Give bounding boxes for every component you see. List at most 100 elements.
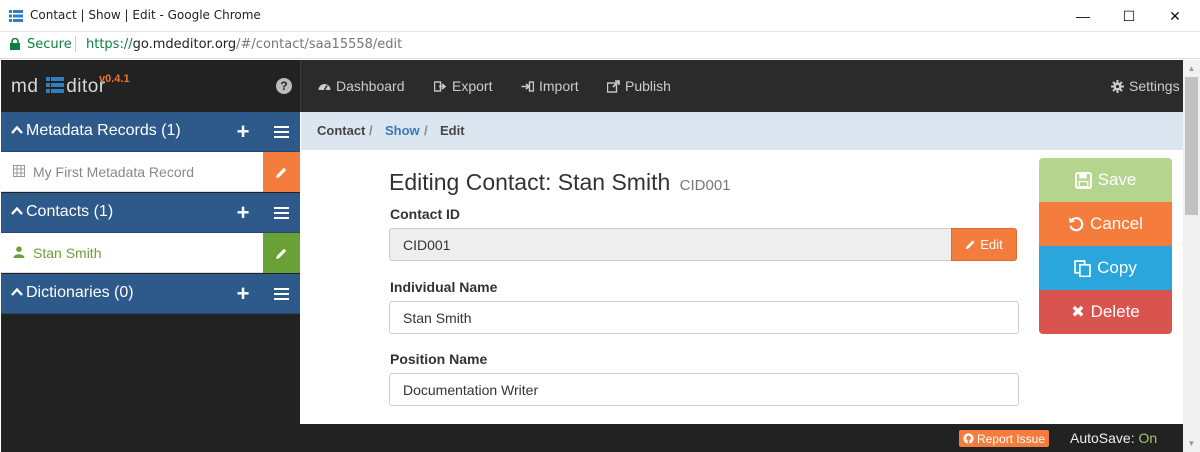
autosave-state: On — [1138, 430, 1158, 446]
copy-button[interactable]: Copy — [1039, 246, 1172, 290]
sidebar-header-label: Metadata Records (1) — [26, 122, 181, 139]
edit-metadata-record-button[interactable] — [263, 152, 300, 192]
breadcrumb: Contact / Show / Edit — [301, 112, 1183, 150]
floppy-icon — [1074, 171, 1092, 189]
individual-name-label: Individual Name — [390, 279, 498, 295]
chevron-up-icon — [11, 206, 23, 215]
list-contacts-button[interactable] — [262, 193, 300, 233]
nav-export[interactable]: Export — [434, 78, 492, 94]
breadcrumb-edit: Edit — [440, 123, 465, 138]
brand-logo-icon — [46, 77, 65, 93]
user-icon — [13, 246, 25, 258]
list-icon — [273, 207, 289, 219]
nav-import-label: Import — [539, 78, 579, 94]
times-icon: ✖ — [1071, 304, 1085, 321]
breadcrumb-show[interactable]: Show — [385, 123, 420, 138]
sidebar-header-label: Contacts (1) — [26, 203, 114, 220]
chevron-up-icon — [11, 125, 23, 134]
share-icon — [607, 79, 620, 93]
gear-icon — [1111, 79, 1124, 93]
address-bar[interactable]: Secure https://go.mdeditor.org/#/contact… — [0, 32, 1200, 59]
secure-label: Secure — [27, 37, 72, 52]
mdeditor-favicon-icon — [9, 10, 23, 22]
nav-import[interactable]: Import — [521, 78, 579, 94]
add-dictionary-button[interactable]: + — [224, 274, 262, 314]
autosave-label: AutoSave: — [1070, 430, 1135, 446]
list-dictionaries-button[interactable] — [262, 274, 300, 314]
edit-contact-button[interactable] — [263, 233, 300, 273]
position-name-label: Position Name — [390, 351, 488, 367]
url-scheme: https:// — [86, 37, 133, 52]
pencil-icon — [276, 167, 287, 178]
github-icon — [963, 433, 974, 444]
autosave-status[interactable]: AutoSave: On — [1070, 430, 1157, 446]
nav-publish-label: Publish — [625, 78, 671, 94]
minimize-icon: — — [1076, 8, 1090, 24]
minimize-button[interactable]: — — [1060, 0, 1106, 32]
report-issue-button[interactable]: Report Issue — [959, 430, 1050, 447]
page-title-id: CID001 — [679, 177, 731, 194]
scroll-up-arrow-icon[interactable]: ▲ — [1183, 60, 1200, 77]
breadcrumb-contact[interactable]: Contact — [317, 123, 365, 138]
url-path: /#/contact/saa15558/edit — [236, 37, 403, 52]
maximize-button[interactable]: ☐ — [1106, 0, 1152, 32]
nav-dashboard-label: Dashboard — [336, 78, 405, 94]
close-button[interactable]: ✕ — [1152, 0, 1198, 32]
pencil-icon — [966, 240, 975, 250]
list-icon — [273, 288, 289, 300]
scrollbar-thumb[interactable] — [1185, 77, 1198, 215]
nav-dashboard[interactable]: Dashboard — [318, 78, 405, 94]
nav-settings-label: Settings — [1129, 78, 1180, 94]
breadcrumb-separator: / — [424, 123, 428, 138]
list-metadata-records-button[interactable] — [262, 112, 300, 152]
sidebar-item-stan-smith[interactable]: Stan Smith — [1, 233, 300, 273]
page-scrollbar[interactable]: ▲ ▼ — [1183, 60, 1200, 452]
export-icon — [434, 80, 447, 92]
copy-icon — [1074, 259, 1091, 277]
undo-icon — [1069, 217, 1084, 232]
save-label: Save — [1097, 170, 1137, 189]
cancel-button[interactable]: Cancel — [1039, 202, 1172, 246]
import-icon — [521, 80, 534, 92]
list-icon — [273, 126, 289, 138]
sidebar-item-my-first-metadata-record[interactable]: My First Metadata Record — [1, 152, 300, 192]
page-title-text: Editing Contact: Stan Smith — [389, 169, 671, 195]
nav-settings[interactable]: Settings — [1111, 78, 1180, 94]
top-nav: Dashboard Export Import Publish Settings — [300, 60, 1183, 112]
scroll-down-arrow-icon[interactable]: ▼ — [1183, 435, 1200, 452]
edit-contact-id-button[interactable]: Edit — [951, 228, 1017, 261]
copy-label: Copy — [1097, 258, 1137, 277]
pencil-icon — [276, 248, 287, 259]
sidebar-item-label: My First Metadata Record — [33, 164, 195, 180]
sidebar-header-contacts[interactable]: Contacts (1) + — [1, 193, 300, 233]
brand-logo[interactable]: md ditor — [11, 76, 106, 98]
footer: Report Issue AutoSave: On — [300, 424, 1183, 452]
individual-name-field[interactable]: Stan Smith — [389, 301, 1019, 334]
sidebar-header-dictionaries[interactable]: Dictionaries (0) + — [1, 274, 300, 314]
brand-prefix: md — [11, 76, 39, 97]
brand: md ditor v0.4.1 ? — [1, 60, 300, 112]
save-button[interactable]: Save — [1039, 158, 1172, 202]
maximize-icon: ☐ — [1122, 7, 1136, 24]
sidebar-header-label: Dictionaries (0) — [26, 284, 134, 301]
brand-version: v0.4.1 — [99, 73, 130, 85]
cancel-label: Cancel — [1090, 214, 1143, 233]
add-contact-button[interactable]: + — [224, 193, 262, 233]
nav-publish[interactable]: Publish — [607, 78, 671, 94]
contact-id-label: Contact ID — [390, 206, 460, 222]
window-title: Contact | Show | Edit - Google Chrome — [30, 8, 261, 22]
window-titlebar: Contact | Show | Edit - Google Chrome — … — [0, 0, 1200, 32]
add-metadata-record-button[interactable]: + — [224, 112, 262, 152]
delete-button[interactable]: ✖ Delete — [1039, 290, 1172, 334]
close-icon: ✕ — [1169, 7, 1181, 24]
sidebar-header-metadata-records[interactable]: Metadata Records (1) + — [1, 112, 300, 152]
report-issue-label: Report Issue — [977, 431, 1046, 446]
position-name-field[interactable]: Documentation Writer — [389, 373, 1019, 406]
address-divider — [75, 36, 76, 52]
page: md ditor v0.4.1 ? Metadata Records (1) +… — [1, 60, 1183, 452]
table-icon — [13, 165, 25, 177]
question-circle-icon[interactable]: ? — [276, 78, 292, 94]
nav-export-label: Export — [452, 78, 493, 94]
url-text[interactable]: https://go.mdeditor.org/#/contact/saa155… — [86, 37, 402, 52]
breadcrumb-separator: / — [369, 123, 373, 138]
